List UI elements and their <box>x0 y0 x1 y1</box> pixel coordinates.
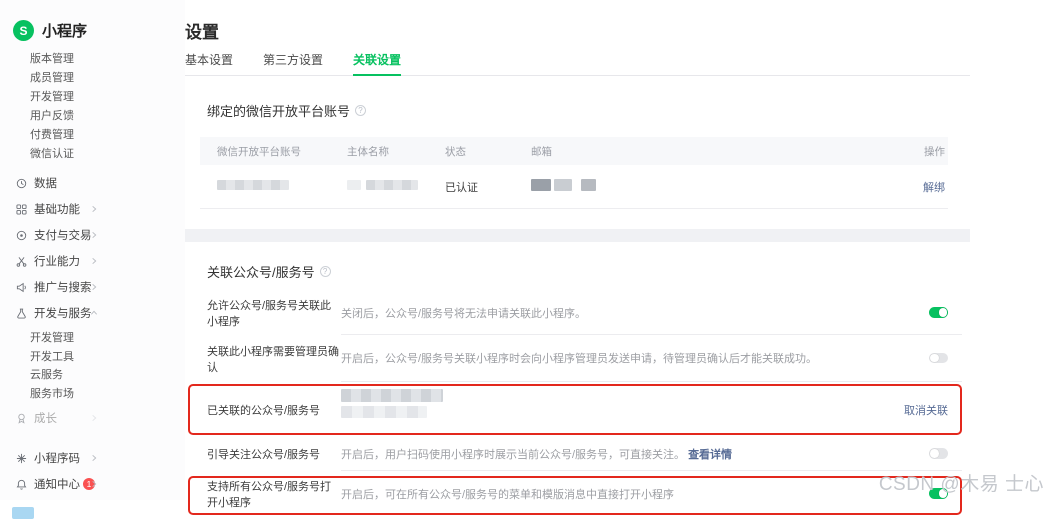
sidebar-item-user-feedback[interactable]: 用户反馈 <box>30 107 185 126</box>
col-subject-name: 主体名称 <box>330 144 428 159</box>
guide-follow-toggle[interactable] <box>929 448 948 459</box>
csdn-watermark: CSDN @木易 士心 <box>879 469 1044 496</box>
sidebar-item-growth[interactable]: 成长 <box>0 405 185 431</box>
sidebar-item-pay-trade[interactable]: 支付与交易 <box>0 222 185 248</box>
bell-icon <box>16 479 27 490</box>
link-official-account-card: 关联公众号/服务号 ? 允许公众号/服务号关联此小程序 关闭后，公众号/服务号将… <box>185 242 970 516</box>
app-logo: S 小程序 <box>0 0 185 41</box>
setting-row-open-from-any: 支持所有公众号/服务号打开小程序 开启后，可在所有公众号/服务号的菜单和模版消息… <box>185 471 970 516</box>
medal-icon <box>16 413 27 424</box>
setting-row-allow-link: 允许公众号/服务号关联此小程序 关闭后，公众号/服务号将无法申请关联此小程序。 <box>185 291 970 335</box>
setting-desc: 开启后，公众号/服务号关联小程序时会向小程序管理员发送申请，待管理员确认后才能关… <box>341 350 817 366</box>
bound-card-title: 绑定的微信开放平台账号 ? <box>185 76 970 120</box>
redacted-linked-account <box>341 406 427 418</box>
redacted-linked-account <box>341 389 443 402</box>
setting-desc: 关闭后，公众号/服务号将无法申请关联此小程序。 <box>341 305 586 321</box>
redacted-email <box>531 179 551 191</box>
chevron-right-icon <box>90 257 98 265</box>
chevron-right-icon <box>90 205 98 213</box>
setting-label: 支持所有公众号/服务号打开小程序 <box>185 471 341 516</box>
circle-dot-icon <box>16 230 27 241</box>
chevron-right-icon <box>90 283 98 291</box>
settings-tabs: 基本设置 第三方设置 关联设置 <box>185 51 970 76</box>
sidebar-item-pay-manage[interactable]: 付费管理 <box>30 126 185 145</box>
grid-icon <box>16 204 27 215</box>
sidebar-item-cloud-service[interactable]: 云服务 <box>30 366 185 385</box>
mini-code-burst-icon <box>16 453 27 464</box>
sidebar-item-member-manage[interactable]: 成员管理 <box>30 69 185 88</box>
setting-label: 允许公众号/服务号关联此小程序 <box>185 291 341 335</box>
col-status: 状态 <box>428 144 514 159</box>
redacted-name <box>366 180 418 190</box>
redacted-name <box>347 180 361 190</box>
table-header-row: 微信开放平台账号 主体名称 状态 邮箱 操作 <box>200 137 948 165</box>
view-details-link[interactable]: 查看详情 <box>688 446 732 462</box>
sidebar-item-basic-functions[interactable]: 基础功能 <box>0 196 185 222</box>
setting-label: 引导关注公众号/服务号 <box>185 437 341 471</box>
setting-row-admin-confirm: 关联此小程序需要管理员确认 开启后，公众号/服务号关联小程序时会向小程序管理员发… <box>185 335 970 382</box>
col-openplatform-account: 微信开放平台账号 <box>200 144 330 159</box>
sidebar-item-version-manage[interactable]: 版本管理 <box>30 50 185 69</box>
page-title: 设置 <box>185 18 1045 43</box>
admin-confirm-toggle[interactable] <box>929 353 948 364</box>
chevron-up-icon <box>90 309 98 317</box>
redacted-account <box>217 180 289 190</box>
miniprogram-logo-icon: S <box>13 20 34 41</box>
sidebar-top-menu: 版本管理 成员管理 开发管理 用户反馈 付费管理 微信认证 <box>30 50 185 164</box>
chevron-right-icon <box>90 414 98 422</box>
clock-chart-icon <box>16 178 27 189</box>
chevron-right-icon <box>90 231 98 239</box>
chevron-right-icon <box>90 480 98 488</box>
redacted-chip <box>12 507 34 519</box>
col-email: 邮箱 <box>514 144 734 159</box>
help-icon[interactable]: ? <box>355 105 366 116</box>
sidebar-item-mini-code[interactable]: 小程序码 <box>0 445 185 471</box>
help-icon[interactable]: ? <box>320 266 331 277</box>
redacted-email <box>554 179 572 191</box>
main-content: 设置 基本设置 第三方设置 关联设置 绑定的微信开放平台账号 ? 微信开放平台账… <box>185 0 1045 500</box>
link-card-title: 关联公众号/服务号 ? <box>185 242 970 281</box>
app-title: 小程序 <box>42 20 87 41</box>
tab-third-party-settings[interactable]: 第三方设置 <box>263 51 323 75</box>
sidebar-item-wechat-verify[interactable]: 微信认证 <box>30 145 185 164</box>
unbind-link[interactable]: 解绑 <box>923 182 945 194</box>
sidebar-item-service-market[interactable]: 服务市场 <box>30 385 185 404</box>
scissors-icon <box>16 256 27 267</box>
sidebar-item-data[interactable]: 数据 <box>0 170 185 196</box>
chevron-right-icon <box>90 454 98 462</box>
sidebar: S 小程序 版本管理 成员管理 开发管理 用户反馈 付费管理 微信认证 数据 基… <box>0 0 185 500</box>
sidebar-item-promotion-search[interactable]: 推广与搜索 <box>0 274 185 300</box>
tab-link-settings[interactable]: 关联设置 <box>353 51 401 76</box>
sidebar-item-dev-services[interactable]: 开发与服务 <box>0 300 185 326</box>
status-text: 已认证 <box>428 179 514 195</box>
table-row: 已认证 解绑 <box>200 165 948 209</box>
cancel-link-button[interactable]: 取消关联 <box>904 402 948 418</box>
tab-basic-settings[interactable]: 基本设置 <box>185 51 233 75</box>
sidebar-item-notice-center[interactable]: 通知中心 1 <box>0 471 185 497</box>
setting-desc: 开启后，可在所有公众号/服务号的菜单和模版消息中直接打开小程序 <box>341 486 674 502</box>
setting-label: 已关联的公众号/服务号 <box>185 382 341 437</box>
setting-row-linked-accounts: 已关联的公众号/服务号 取消关联 <box>185 382 970 437</box>
allow-link-toggle[interactable] <box>929 307 948 318</box>
redacted-email <box>581 179 596 191</box>
bound-accounts-table: 微信开放平台账号 主体名称 状态 邮箱 操作 已认证 解绑 <box>200 137 948 229</box>
megaphone-icon <box>16 282 27 293</box>
bound-openplatform-card: 绑定的微信开放平台账号 ? 微信开放平台账号 主体名称 状态 邮箱 操作 已认证… <box>185 76 970 229</box>
sidebar-item-dev-manage[interactable]: 开发管理 <box>30 88 185 107</box>
col-actions: 操作 <box>734 144 948 159</box>
setting-label: 关联此小程序需要管理员确认 <box>185 335 341 382</box>
setting-row-guide-follow: 引导关注公众号/服务号 开启后，用户扫码使用小程序时展示当前公众号/服务号，可直… <box>185 437 970 471</box>
sidebar-dev-submenu: 开发管理 开发工具 云服务 服务市场 <box>30 329 185 403</box>
section-divider-band <box>185 229 970 242</box>
setting-desc: 开启后，用户扫码使用小程序时展示当前公众号/服务号，可直接关注。 <box>341 446 685 462</box>
sidebar-item-dev-manage-sub[interactable]: 开发管理 <box>30 329 185 348</box>
sidebar-item-dev-tools[interactable]: 开发工具 <box>30 348 185 367</box>
flask-icon <box>16 308 27 319</box>
sidebar-item-industry[interactable]: 行业能力 <box>0 248 185 274</box>
